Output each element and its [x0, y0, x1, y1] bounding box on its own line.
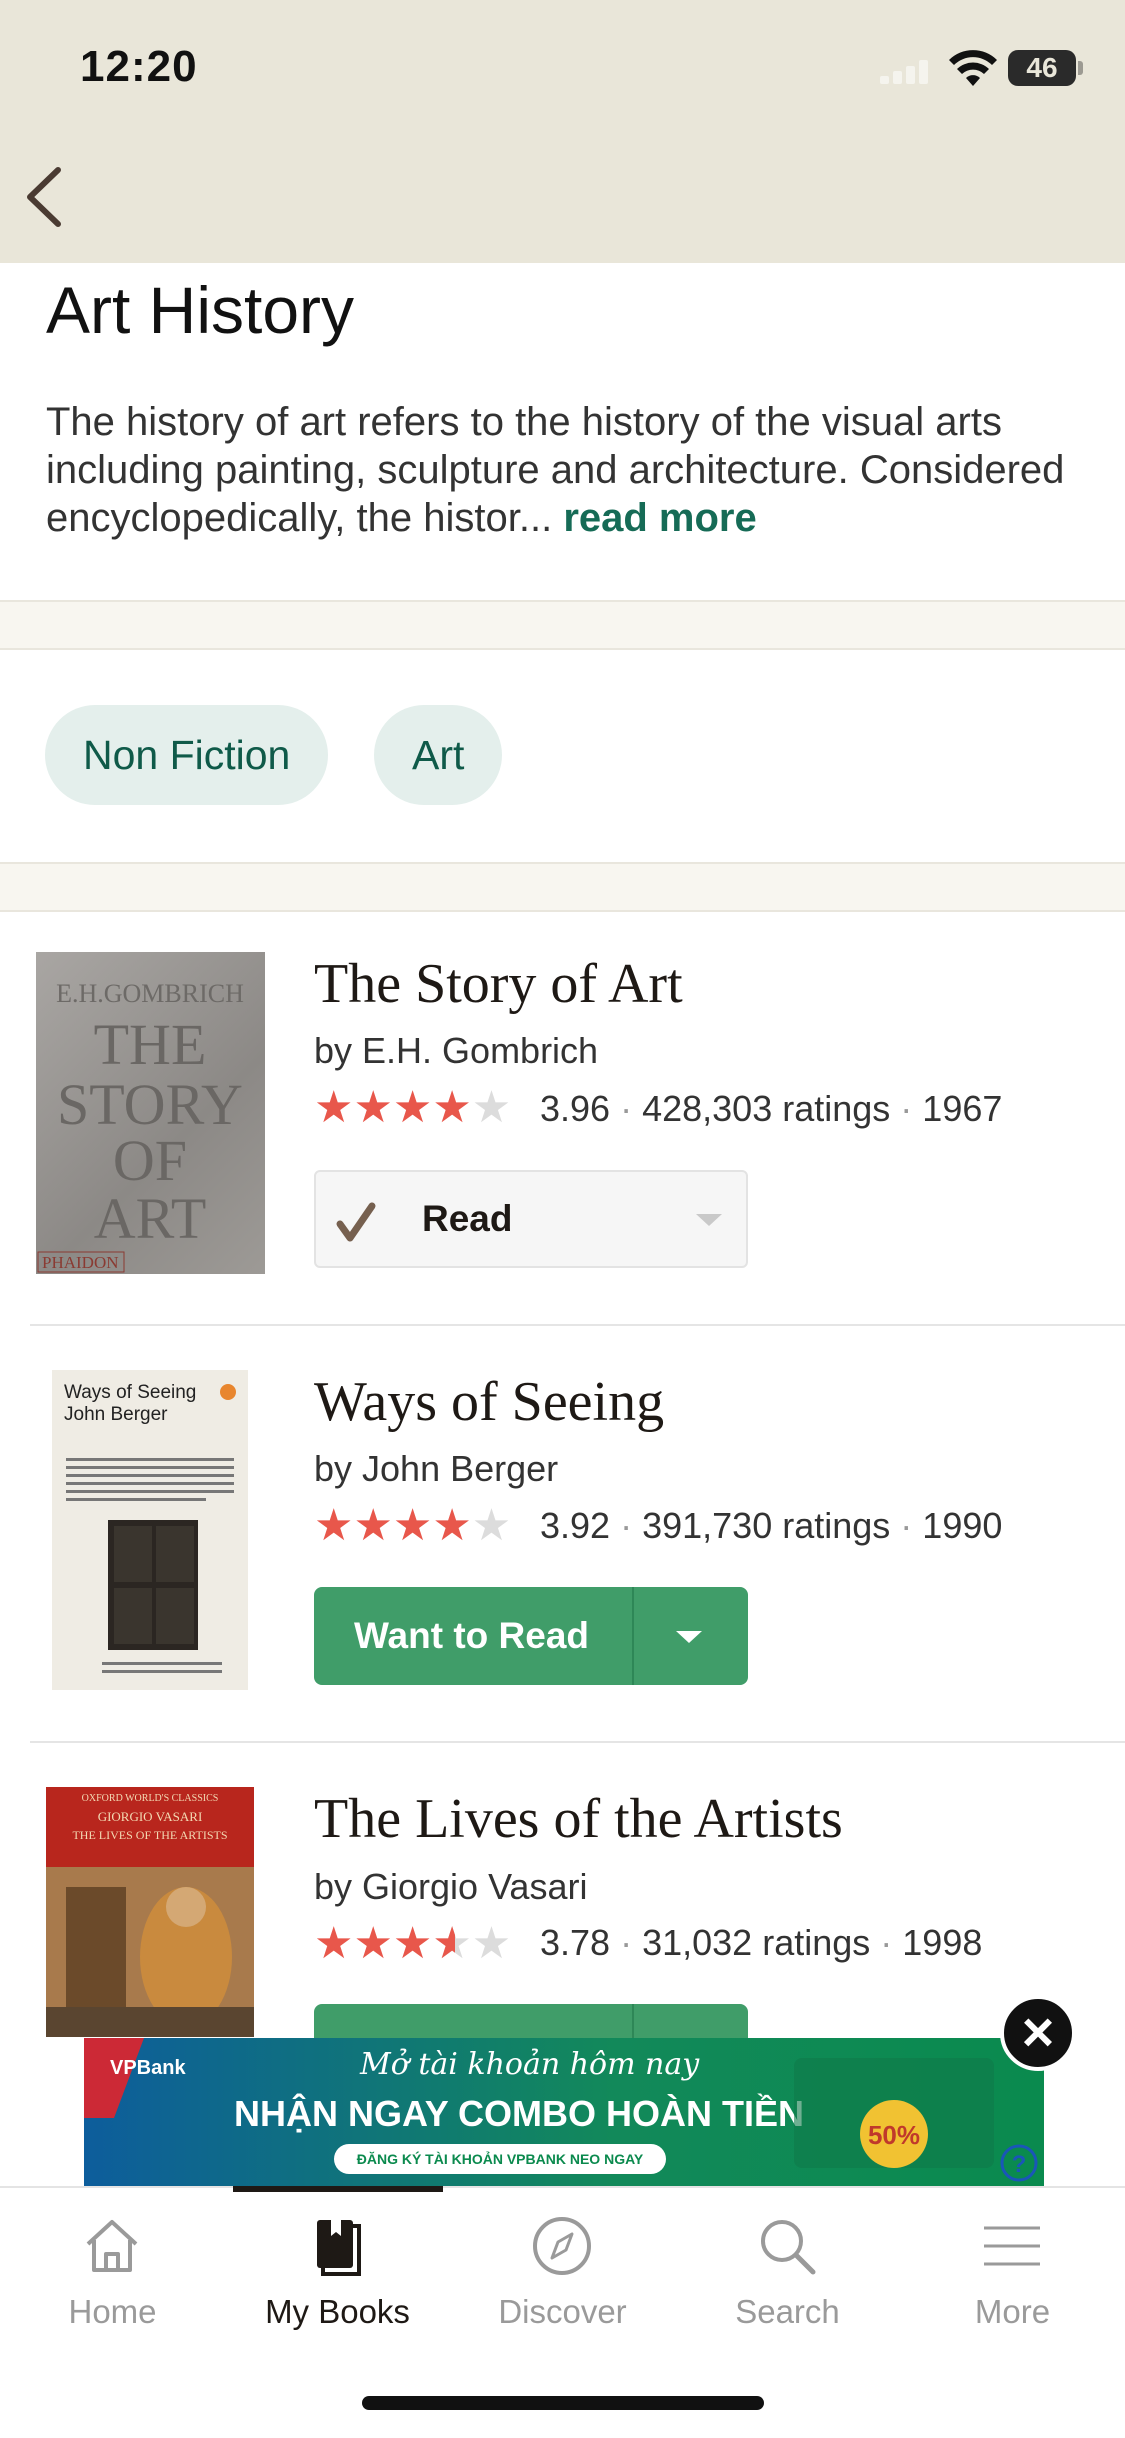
- section-divider: [0, 600, 1125, 650]
- shelf-status-button[interactable]: Read: [314, 1170, 748, 1268]
- cover-author: John Berger: [64, 1404, 168, 1425]
- book-cover[interactable]: OXFORD WORLD'S CLASSICS GIORGIO VASARI T…: [46, 1787, 254, 2037]
- battery-icon: 46: [1008, 50, 1076, 86]
- close-icon: ×: [1021, 2000, 1055, 2063]
- home-indicator: [362, 2396, 764, 2410]
- book-title[interactable]: Ways of Seeing: [314, 1370, 664, 1434]
- book-author[interactable]: by Giorgio Vasari: [314, 1866, 587, 1908]
- genre-description: The history of art refers to the history…: [46, 398, 1086, 542]
- book-author[interactable]: by John Berger: [314, 1448, 558, 1490]
- ratings-count: 428,303 ratings: [642, 1088, 891, 1129]
- ad-headline: NHẬN NGAY COMBO HOÀN TIỀN: [234, 2092, 804, 2134]
- cover-title-line: THE: [94, 1012, 207, 1077]
- cover-title: Ways of Seeing: [64, 1382, 196, 1403]
- row-divider: [30, 1741, 1125, 1743]
- book-icon: [317, 2220, 361, 2276]
- genre-chip-art[interactable]: Art: [374, 705, 503, 805]
- page-title: Art History: [46, 273, 355, 347]
- genre-chip-non-fiction[interactable]: Non Fiction: [45, 705, 329, 805]
- active-tab-indicator: [233, 2186, 443, 2192]
- chevron-down-icon[interactable]: [674, 1629, 704, 1645]
- row-divider: [30, 1324, 1125, 1326]
- tab-label: More: [974, 2293, 1051, 2330]
- ad-badge: 50%: [868, 2120, 920, 2150]
- navigation-bar: [0, 0, 1125, 263]
- want-to-read-button[interactable]: Want to Read: [314, 1587, 748, 1685]
- book-meta: 3.96 · 428,303 ratings · 1967: [540, 1088, 1003, 1129]
- tab-home[interactable]: Home: [0, 2204, 225, 2354]
- menu-icon: [984, 2226, 1040, 2266]
- ad-script-headline: Mở tài khoản hôm nay: [359, 2047, 700, 2082]
- description-text: The history of art refers to the history…: [46, 400, 1065, 540]
- publish-year: 1967: [922, 1088, 1003, 1129]
- back-button[interactable]: [18, 160, 78, 230]
- cover-author: GIORGIO VASARI: [98, 1809, 203, 1824]
- tab-label: Home: [68, 2293, 157, 2330]
- publish-year: 1990: [922, 1505, 1003, 1546]
- average-rating: 3.78: [540, 1922, 611, 1963]
- checkmark-icon: [336, 1202, 376, 1242]
- average-rating: 3.92: [540, 1505, 611, 1546]
- chevron-left-icon: [27, 167, 61, 227]
- home-icon: [86, 2220, 138, 2272]
- tab-label: Search: [735, 2293, 840, 2330]
- ratings-count: 391,730 ratings: [642, 1505, 891, 1546]
- cover-title-line: ART: [94, 1186, 207, 1251]
- book-author[interactable]: by E.H. Gombrich: [314, 1030, 598, 1072]
- battery-tip: [1078, 61, 1083, 75]
- book-title[interactable]: The Story of Art: [314, 952, 683, 1016]
- cover-author: E.H.GOMBRICH: [56, 979, 244, 1008]
- cover-series: OXFORD WORLD'S CLASSICS: [82, 1793, 219, 1804]
- cover-publisher: PHAIDON: [42, 1253, 119, 1272]
- rating-stars: ★★★★★: [314, 1083, 512, 1132]
- tab-more[interactable]: More: [900, 2204, 1125, 2354]
- signal-icon: [880, 60, 936, 89]
- rating-stars: ★★★★★: [314, 1501, 512, 1550]
- svg-text:?: ?: [1012, 2151, 1027, 2178]
- close-ad-button[interactable]: ×: [1000, 1995, 1076, 2071]
- tab-search[interactable]: Search: [675, 2204, 900, 2354]
- book-cover[interactable]: Ways of Seeing John Berger: [52, 1370, 248, 1690]
- book-cover[interactable]: E.H.GOMBRICH THE STORY OF ART PHAIDON: [36, 952, 265, 1274]
- cover-title: THE LIVES OF THE ARTISTS: [72, 1828, 227, 1842]
- shelf-status-label: Read: [422, 1198, 513, 1239]
- ratings-count: 31,032 ratings: [642, 1922, 871, 1963]
- status-time: 12:20: [80, 42, 198, 91]
- average-rating: 3.96: [540, 1088, 611, 1129]
- tab-label: Discover: [498, 2293, 627, 2330]
- search-icon: [761, 2220, 816, 2275]
- ad-banner[interactable]: VPBank Mở tài khoản hôm nay NHẬN NGAY CO…: [84, 2038, 1044, 2186]
- ad-brand: VPBank: [110, 2057, 186, 2079]
- rating-stars: ★★★★ ★ ★: [314, 1919, 512, 1968]
- cover-title-line: OF: [113, 1128, 187, 1193]
- book-meta: 3.78 · 31,032 ratings · 1998: [540, 1922, 983, 1963]
- section-divider: [0, 862, 1125, 912]
- read-more-link[interactable]: read more: [563, 496, 756, 540]
- compass-icon: [533, 2217, 591, 2275]
- button-separator: [632, 1587, 634, 1685]
- tab-my-books[interactable]: My Books: [225, 2204, 450, 2354]
- tab-discover[interactable]: Discover: [450, 2204, 675, 2354]
- book-meta: 3.92 · 391,730 ratings · 1990: [540, 1505, 1003, 1546]
- wifi-icon: [948, 50, 998, 93]
- ad-cta: ĐĂNG KÝ TÀI KHOẢN VPBANK NEO NGAY: [357, 2150, 644, 2167]
- book-title[interactable]: The Lives of the Artists: [314, 1787, 843, 1851]
- publish-year: 1998: [902, 1922, 983, 1963]
- chevron-down-icon: [696, 1214, 722, 1226]
- tab-label: My Books: [265, 2293, 410, 2330]
- want-to-read-label: Want to Read: [354, 1615, 590, 1656]
